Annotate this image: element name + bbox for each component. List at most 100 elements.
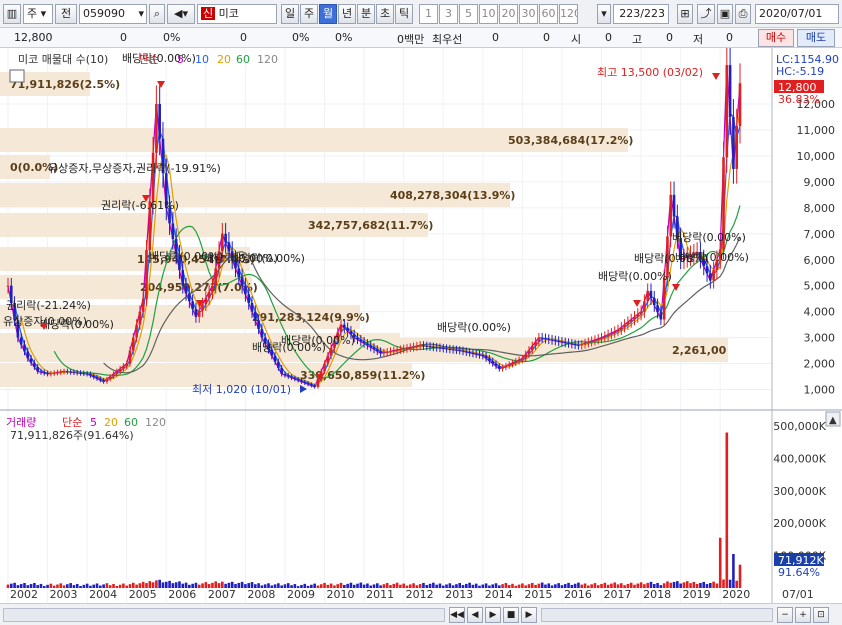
period-type-select[interactable]: 주 ▾ [23, 4, 53, 24]
stock-name-field[interactable]: 신 미코 [197, 4, 277, 24]
fit-button[interactable]: ⊡ [813, 607, 829, 623]
candle-body [422, 345, 425, 347]
candle-body [118, 368, 122, 372]
volume-bar [164, 581, 168, 588]
event-label: 배당락(0.00%) [149, 250, 223, 263]
period-tab-0[interactable]: 일 [281, 4, 299, 24]
indicator-icon[interactable]: ⤴ [697, 4, 715, 24]
interval-button-3[interactable]: 3 [439, 4, 458, 24]
x-tick-label: 2019 [683, 588, 711, 601]
x-tick-label: 2020 [722, 588, 750, 601]
interval-button-30[interactable]: 30 [519, 4, 538, 24]
candle-body [484, 355, 488, 359]
candle-body [306, 383, 310, 385]
zoom-in-button[interactable]: + [795, 607, 811, 623]
high-marker-label: 최고 13,500 (03/02) [597, 66, 703, 79]
rewind-button[interactable]: ◀◀ [449, 607, 465, 623]
period-tab-4[interactable]: 분 [357, 4, 375, 24]
best-bid-qty: 0 [543, 31, 550, 44]
candle-body [389, 351, 392, 353]
period-tab-2[interactable]: 월 [319, 4, 337, 24]
period-tab-3[interactable]: 년 [338, 4, 356, 24]
candle-body [138, 311, 142, 325]
volume-profile-label: 408,278,304(13.9%) [390, 189, 515, 202]
candle-body [194, 309, 198, 317]
candle-body [488, 358, 491, 361]
play-button[interactable]: ▶ [485, 607, 501, 623]
candle-body [372, 347, 376, 350]
candle-body [277, 361, 280, 368]
candle-body [33, 362, 36, 368]
stop-button[interactable]: ■ [503, 607, 519, 623]
volume-bar [277, 583, 280, 588]
turnover-pct: 0% [335, 31, 353, 44]
period-tab-5[interactable]: 초 [376, 4, 394, 24]
candle-body [603, 336, 607, 338]
volume-bar [560, 585, 564, 588]
counter-dropdown[interactable]: ▾ [597, 4, 611, 24]
change-value: 0 [120, 31, 127, 44]
candle-body [616, 329, 620, 332]
low-value: 0 [726, 31, 733, 44]
candle-body [253, 311, 257, 321]
candle-body [221, 233, 224, 252]
candle-body [550, 339, 554, 341]
buy-button[interactable]: 매수 [758, 29, 794, 47]
interval-button-20[interactable]: 20 [499, 4, 518, 24]
new-badge: 신 [201, 7, 216, 20]
stock-code-input[interactable]: 059090 ▾ [79, 4, 147, 24]
candle-body [131, 337, 135, 351]
candle-body [590, 340, 593, 343]
volume-bar [155, 580, 158, 588]
next-page-button[interactable]: ▶ [521, 607, 537, 623]
candle-body [652, 298, 656, 306]
candle-body [59, 371, 63, 373]
candle-body [366, 343, 369, 346]
print-icon[interactable]: ⎙ [735, 4, 751, 24]
chart-area[interactable]: 71,911,826(2.5%)503,384,684(17.2%)0(0.0%… [0, 48, 842, 603]
candle-body [435, 347, 438, 349]
candle-body [633, 316, 636, 320]
prev-page-button[interactable]: ◀ [467, 607, 483, 623]
interval-button-120[interactable]: 120 [559, 4, 578, 24]
event-label: 유상증자,무상증자,권리락(-19.91%) [48, 162, 221, 175]
price-tick-label: 10,000 [797, 150, 836, 163]
period-tab-6[interactable]: 틱 [395, 4, 413, 24]
chart-icon[interactable]: ▥ [3, 4, 21, 24]
candle-body [636, 314, 640, 317]
volume-axis: 500,000K400,000K300,000K200,000K100,000K [773, 420, 826, 563]
zoom-track[interactable] [541, 608, 773, 622]
toolbar: ▥ 주 ▾ 전 059090 ▾ ⌕ ◀▾ 신 미코 일주월년분초틱 1 3 5 10 2… [0, 0, 842, 28]
candle-body [547, 338, 551, 340]
speaker-icon[interactable]: ◀▾ [167, 4, 195, 24]
price-axis: 12,00011,00010,0009,0008,0007,0006,0005,… [797, 98, 836, 396]
zoom-out-button[interactable]: − [777, 607, 793, 623]
scroll-track[interactable] [3, 608, 445, 622]
volume-bar [722, 579, 725, 588]
grid-icon[interactable]: ⊞ [677, 4, 693, 24]
prev-button[interactable]: 전 [55, 4, 77, 24]
save-icon[interactable]: ▣ [717, 4, 733, 24]
volume-bar [168, 580, 171, 588]
candle-body [85, 373, 89, 375]
interval-button-60[interactable]: 60 [539, 4, 558, 24]
sell-button[interactable]: 매도 [797, 29, 835, 47]
price-tick-label: 8,000 [804, 202, 836, 215]
period-tab-1[interactable]: 주 [300, 4, 318, 24]
candle-body [303, 381, 307, 384]
candle-body [145, 250, 148, 299]
candle-body [158, 104, 161, 139]
volume-bar [79, 586, 82, 588]
search-icon[interactable]: ⌕ [149, 4, 165, 24]
interval-button-10[interactable]: 10 [479, 4, 498, 24]
interval-button-5[interactable]: 5 [459, 4, 478, 24]
interval-button-1[interactable]: 1 [419, 4, 438, 24]
volume-annotation: 71,911,826주(91.64%) [10, 429, 134, 442]
event-label: 권리락(-21.24%) [6, 299, 91, 312]
high-value: 0 [666, 31, 673, 44]
ma-10-label: 10 [195, 53, 209, 66]
counter-value: 223 [619, 7, 641, 20]
candle-body [438, 347, 442, 349]
date-input[interactable]: 2020/07/01 [755, 4, 839, 24]
candle-body [514, 361, 518, 363]
